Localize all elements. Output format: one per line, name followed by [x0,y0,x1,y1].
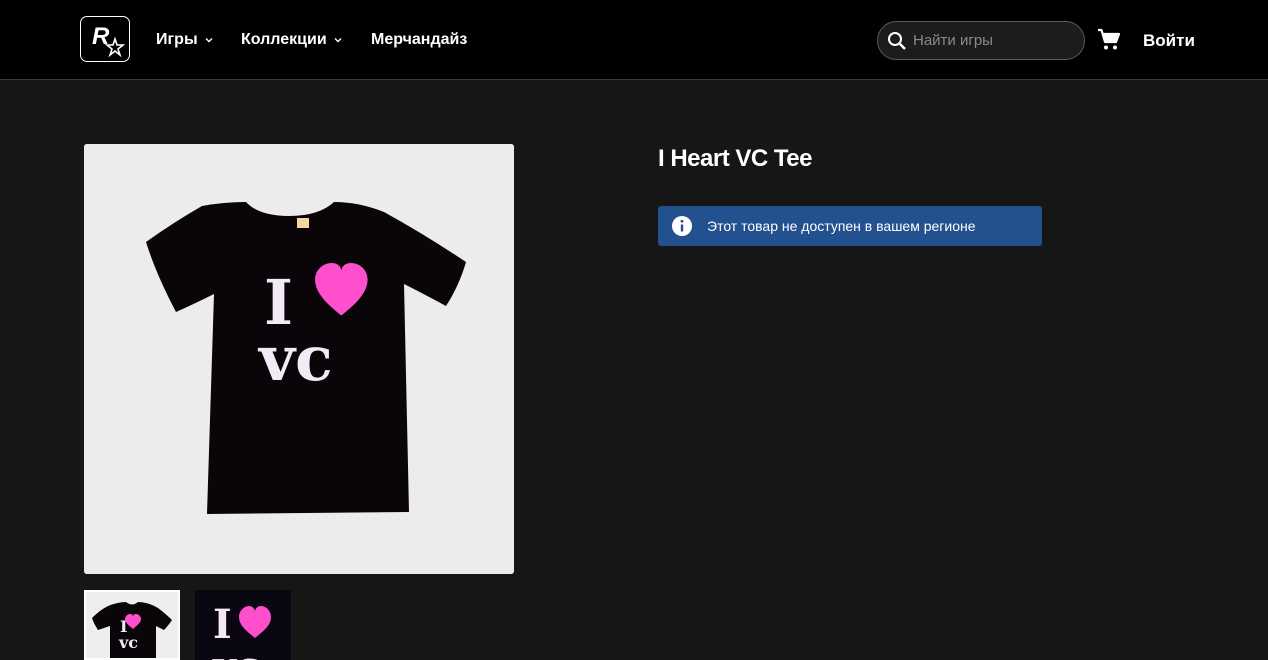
cart-icon[interactable] [1097,28,1121,52]
svg-text:vc: vc [118,633,138,652]
login-button[interactable]: Войти [1143,31,1195,51]
nav-games[interactable]: Игры [156,31,214,49]
product-title: I Heart VC Tee [658,145,812,172]
top-navigation-bar: R Игры Коллекции Мерчандайз Войти [0,0,1268,80]
availability-notice-text: Этот товар не доступен в вашем регионе [707,218,976,234]
search-box[interactable] [877,21,1085,60]
svg-text:vc: vc [257,322,333,395]
thumbnail-tee-print[interactable]: I vc [195,590,291,660]
nav-merchandise-label: Мерчандайз [371,31,468,48]
rockstar-logo-icon: R [92,23,126,58]
thumbnail-image: I vc [92,602,172,658]
tshirt-image: I vc [84,144,514,574]
product-main-image[interactable]: I vc [84,144,514,574]
thumbnail-image: I vc [195,590,291,660]
search-input[interactable] [911,31,1075,50]
rockstar-logo[interactable]: R [80,16,130,62]
thumbnail-tee-front[interactable]: I vc [84,590,180,660]
nav-collections-label: Коллекции [241,31,327,48]
chevron-down-icon [334,38,342,43]
search-icon [888,31,906,50]
nav-collections[interactable]: Коллекции [241,31,343,49]
availability-notice: Этот товар не доступен в вашем регионе [658,206,1042,246]
info-icon [672,216,692,236]
chevron-down-icon [205,38,213,43]
svg-text:I: I [213,601,232,648]
nav-games-label: Игры [156,31,198,48]
nav-merchandise[interactable]: Мерчандайз [371,31,467,49]
